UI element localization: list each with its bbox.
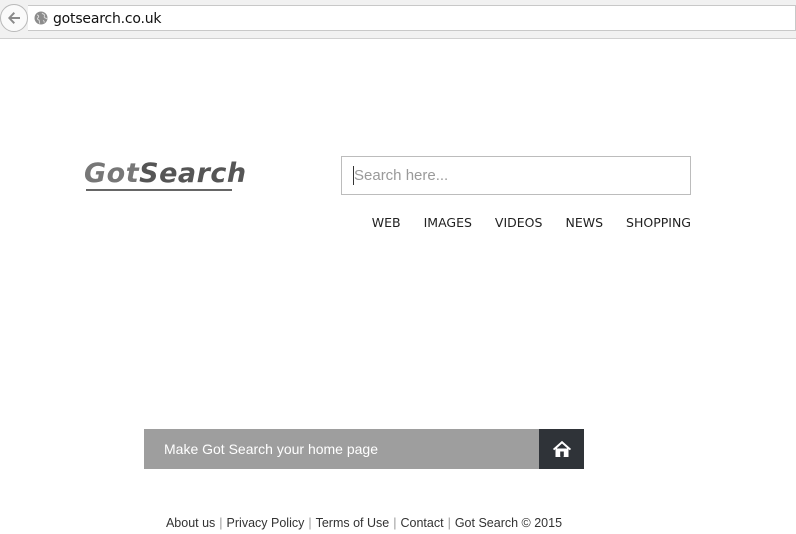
globe-icon <box>34 11 48 25</box>
address-bar[interactable]: gotsearch.co.uk <box>28 5 796 31</box>
search-input[interactable] <box>341 156 691 195</box>
url-text: gotsearch.co.uk <box>53 11 162 27</box>
home-icon <box>552 441 571 457</box>
logo-underline <box>86 189 232 191</box>
footer-separator: | <box>219 516 223 530</box>
home-icon-box[interactable] <box>539 429 584 469</box>
back-arrow-icon <box>8 12 20 24</box>
nav-images[interactable]: IMAGES <box>424 215 472 230</box>
logo-text-search: Search <box>139 158 247 189</box>
gotsearch-logo[interactable]: GotSearch <box>84 158 247 189</box>
back-button[interactable] <box>0 4 28 32</box>
footer-terms-link[interactable]: Terms of Use <box>316 516 390 530</box>
footer-copyright: Got Search © 2015 <box>454 516 563 530</box>
footer-about-link[interactable]: About us <box>166 516 215 530</box>
nav-news[interactable]: NEWS <box>565 215 603 230</box>
footer-separator: | <box>393 516 397 530</box>
footer-links: About us | Privacy Policy | Terms of Use | Con… <box>0 516 728 530</box>
nav-shopping[interactable]: SHOPPING <box>626 215 691 230</box>
make-homepage-button[interactable]: Make Got Search your home page <box>144 429 584 469</box>
logo-text-got: Got <box>84 158 140 189</box>
footer-separator: | <box>308 516 312 530</box>
browser-toolbar: gotsearch.co.uk <box>0 0 796 39</box>
search-category-nav: WEB IMAGES VIDEOS NEWS SHOPPING <box>372 215 691 230</box>
footer-contact-link[interactable]: Contact <box>400 516 443 530</box>
nav-videos[interactable]: VIDEOS <box>495 215 543 230</box>
footer-separator: | <box>447 516 451 530</box>
nav-web[interactable]: WEB <box>372 215 401 230</box>
footer-privacy-link[interactable]: Privacy Policy <box>227 516 305 530</box>
text-caret <box>353 166 354 185</box>
make-homepage-label: Make Got Search your home page <box>164 441 379 457</box>
